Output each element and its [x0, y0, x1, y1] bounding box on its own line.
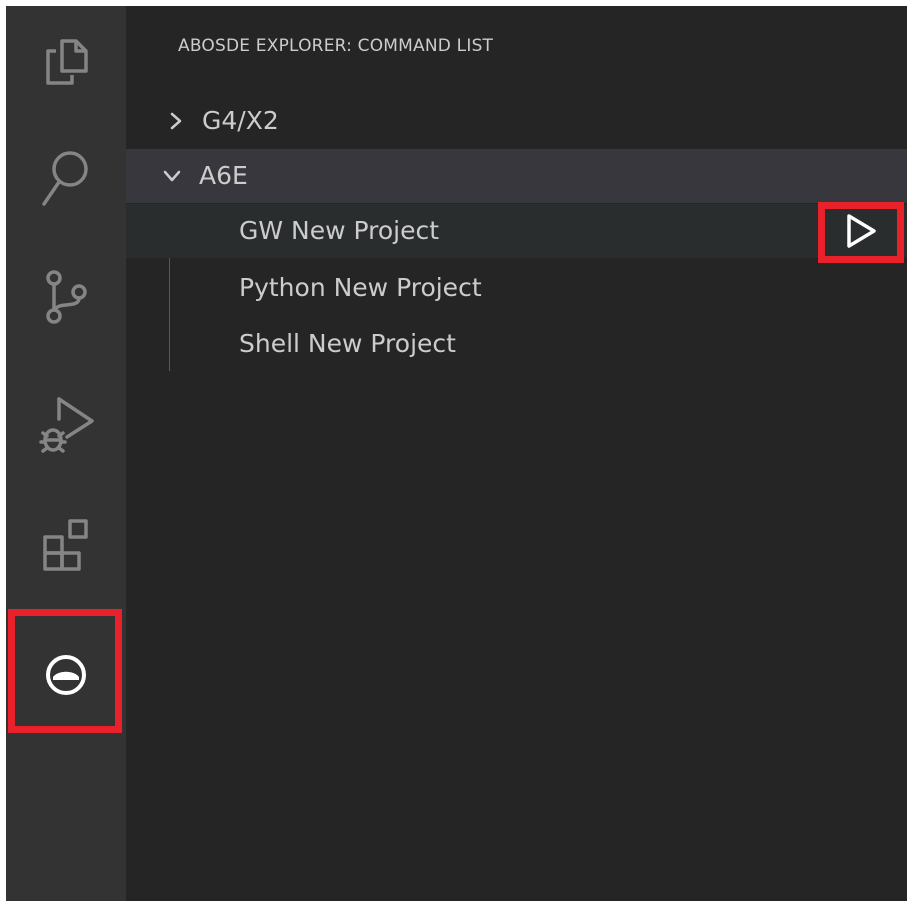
abosde-logo-icon	[44, 653, 88, 697]
extensions-icon	[42, 518, 90, 572]
tree-item-shell-new-project[interactable]: Shell New Project	[126, 317, 907, 371]
activity-explorer[interactable]	[6, 6, 126, 116]
tree-item-g4-x2[interactable]: G4/X2	[126, 94, 907, 148]
run-debug-icon	[37, 393, 95, 457]
tree-item-a6e[interactable]: A6E	[126, 149, 907, 203]
run-command-button[interactable]	[818, 202, 904, 263]
tree-item-label: G4/X2	[202, 106, 279, 135]
source-control-icon	[44, 269, 88, 325]
tree-item-label: GW New Project	[239, 216, 440, 245]
search-icon	[40, 149, 92, 209]
chevron-right-icon	[168, 94, 184, 148]
activity-source-control[interactable]	[6, 242, 126, 352]
chevron-down-icon	[162, 149, 182, 203]
activity-search[interactable]	[6, 124, 126, 234]
tree-item-label: Shell New Project	[239, 329, 456, 358]
files-icon	[42, 37, 90, 85]
sidebar: ABOSDE EXPLORER: COMMAND LIST G4/X2 A6E …	[126, 6, 907, 901]
activity-run-and-debug[interactable]	[6, 370, 126, 480]
tree-item-python-new-project[interactable]: Python New Project	[126, 261, 907, 315]
activity-bar	[6, 6, 126, 901]
tree-item-gw-new-project[interactable]: GW New Project	[126, 204, 907, 258]
sidebar-title: ABOSDE EXPLORER: COMMAND LIST	[178, 36, 494, 56]
activity-extensions[interactable]	[6, 490, 126, 600]
vscode-window: ABOSDE EXPLORER: COMMAND LIST G4/X2 A6E …	[6, 6, 907, 901]
tree-item-label: Python New Project	[239, 273, 482, 302]
play-icon	[844, 213, 878, 253]
activity-abosde-explorer[interactable]	[6, 610, 126, 740]
tree-item-label: A6E	[199, 161, 248, 190]
